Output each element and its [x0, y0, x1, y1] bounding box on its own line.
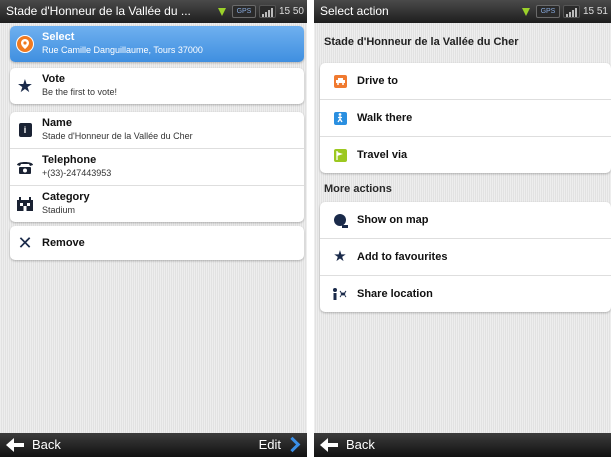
download-arrow-icon	[217, 7, 226, 16]
close-icon: ✕	[17, 233, 33, 253]
walk-icon	[331, 109, 349, 127]
show-on-map-button[interactable]: Show on map	[320, 202, 611, 239]
detail-row-category[interactable]: Category Stadium	[10, 186, 304, 222]
gps-icon: GPS	[535, 5, 560, 18]
telephone-label: Telephone	[42, 154, 97, 166]
place-title: Stade d'Honneur de la Vallée du Cher	[324, 36, 519, 48]
remove-label: Remove	[42, 237, 85, 249]
telephone-value: +(33)-247443953	[42, 168, 112, 178]
primary-actions-card: Drive to Walk there Travel via	[320, 63, 611, 173]
star-icon: ★	[333, 248, 347, 265]
travel-via-button[interactable]: Travel via	[320, 137, 611, 173]
share-location-label: Share location	[357, 288, 433, 300]
status-time: 15 50	[278, 6, 304, 17]
select-button[interactable]: Select Rue Camille Danguillaume, Tours 3…	[10, 26, 304, 62]
drive-to-button[interactable]: Drive to	[320, 63, 611, 100]
back-button[interactable]: Back	[320, 437, 375, 452]
walk-there-label: Walk there	[357, 112, 413, 124]
vote-card[interactable]: ★ Vote Be the first to vote!	[10, 68, 304, 104]
star-icon: ★	[16, 76, 34, 96]
edit-label: Edit	[258, 437, 281, 452]
more-actions-header: More actions	[324, 183, 392, 195]
vote-label: Vote	[42, 73, 66, 85]
telephone-icon	[16, 158, 34, 176]
car-icon	[331, 72, 349, 90]
walk-there-button[interactable]: Walk there	[320, 100, 611, 137]
stadium-icon	[16, 195, 34, 213]
share-location-button[interactable]: Share location	[320, 276, 611, 312]
back-arrow-icon	[320, 437, 338, 452]
detail-row-telephone[interactable]: Telephone +(33)-247443953	[10, 149, 304, 186]
status-title: Select action	[320, 4, 389, 18]
flag-icon	[331, 146, 349, 164]
travel-via-label: Travel via	[357, 149, 408, 161]
bottom-bar: Back Edit	[0, 433, 307, 457]
name-value: Stade d'Honneur de la Vallée du Cher	[42, 131, 193, 141]
share-icon	[331, 285, 349, 303]
select-address: Rue Camille Danguillaume, Tours 37000	[42, 45, 203, 55]
map-icon	[331, 211, 349, 229]
vote-subtitle: Be the first to vote!	[42, 87, 118, 97]
bottom-bar: Back	[314, 433, 611, 457]
back-label: Back	[32, 437, 61, 452]
status-title: Stade d'Honneur de la Vallée du ...	[6, 4, 191, 18]
remove-button[interactable]: ✕ Remove	[10, 226, 304, 260]
place-details-screen: Stade d'Honneur de la Vallée du ... GPS …	[0, 0, 307, 457]
edit-button[interactable]: Edit	[258, 436, 301, 453]
category-value: Stadium	[42, 205, 76, 215]
show-on-map-label: Show on map	[357, 214, 429, 226]
status-bar: Stade d'Honneur de la Vallée du ... GPS …	[0, 0, 307, 23]
drive-to-label: Drive to	[357, 75, 398, 87]
add-to-favourites-button[interactable]: ★ Add to favourites	[320, 239, 611, 276]
back-arrow-icon	[6, 437, 24, 452]
detail-row-name[interactable]: i Name Stade d'Honneur de la Vallée du C…	[10, 112, 304, 149]
select-label: Select	[42, 31, 75, 43]
gps-icon: GPS	[231, 5, 256, 18]
add-to-favourites-label: Add to favourites	[357, 251, 448, 263]
more-actions-card: Show on map ★ Add to favourites Share lo…	[320, 202, 611, 312]
details-card: i Name Stade d'Honneur de la Vallée du C…	[10, 112, 304, 222]
status-bar: Select action GPS 15 51	[314, 0, 611, 23]
status-time: 15 51	[582, 6, 608, 17]
info-icon: i	[16, 121, 34, 139]
back-label: Back	[346, 437, 375, 452]
back-button[interactable]: Back	[6, 437, 61, 452]
location-pin-icon	[16, 35, 34, 53]
name-label: Name	[42, 117, 72, 129]
download-arrow-icon	[521, 7, 530, 16]
category-label: Category	[42, 191, 90, 203]
signal-icon	[562, 5, 580, 18]
select-action-screen: Select action GPS 15 51 Stade d'Honneur …	[314, 0, 611, 457]
signal-icon	[258, 5, 276, 18]
chevron-right-icon	[284, 436, 301, 453]
